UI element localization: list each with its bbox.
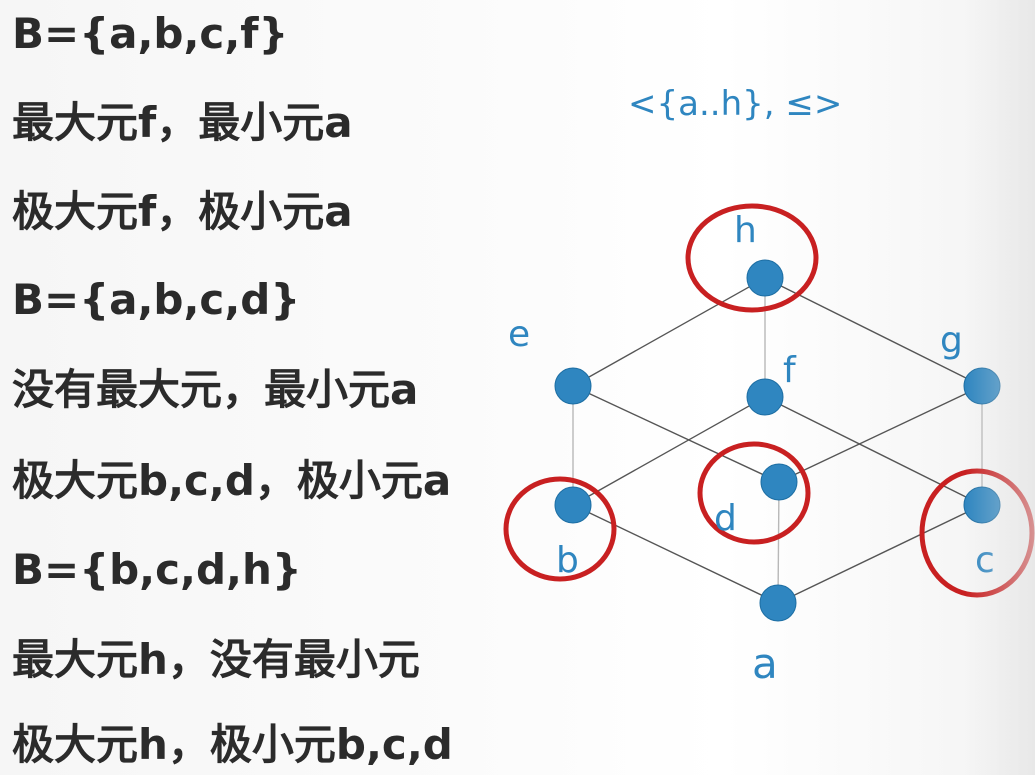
edge-f-c bbox=[764, 396, 983, 506]
node-label-h: h bbox=[734, 210, 757, 251]
node-label-a: a bbox=[752, 639, 778, 688]
node-label-b: b bbox=[556, 540, 579, 581]
hasse-diagram: <{a..h}, ≤> hefgbdca bbox=[503, 84, 1035, 688]
edge-g-d bbox=[778, 385, 983, 483]
node-h bbox=[746, 259, 784, 297]
edges-layer bbox=[572, 277, 983, 604]
node-label-e: e bbox=[508, 314, 530, 355]
edge-f-b bbox=[572, 396, 766, 506]
edge-shade bbox=[965, 0, 1035, 775]
node-e bbox=[554, 367, 592, 405]
edge-b-a bbox=[572, 504, 779, 604]
node-label-g: g bbox=[940, 320, 963, 361]
node-label-d: d bbox=[714, 498, 737, 539]
node-label-f: f bbox=[783, 350, 797, 391]
node-d bbox=[760, 463, 798, 501]
edge-h-e bbox=[572, 277, 766, 387]
slide: B={a,b,c,f} 最大元f，最小元a 极大元f，极小元a B={a,b,c… bbox=[0, 0, 1035, 775]
node-b bbox=[554, 486, 592, 524]
node-f bbox=[746, 378, 784, 416]
poset-title: <{a..h}, ≤> bbox=[628, 84, 842, 124]
node-a bbox=[759, 584, 797, 622]
